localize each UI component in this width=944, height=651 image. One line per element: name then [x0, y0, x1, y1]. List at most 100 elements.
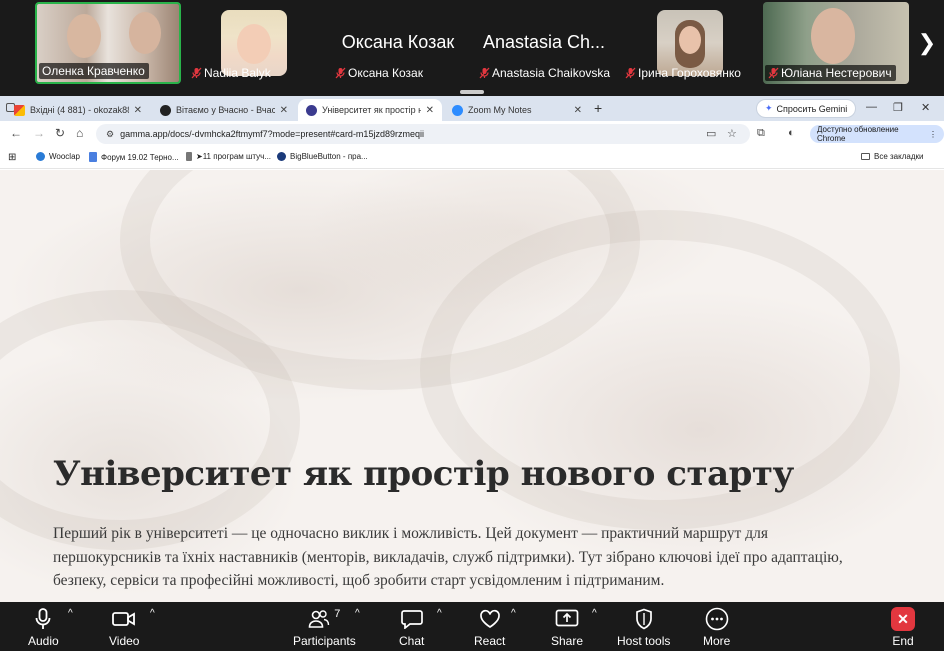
zoom-icon — [452, 104, 463, 116]
tab-title: Університет як простір нового — [322, 105, 421, 115]
participant-display-name: Anastasia Ch... — [482, 32, 606, 52]
maximize-icon[interactable]: ❐ — [893, 101, 903, 114]
tab-gamma[interactable]: Університет як простір нового ✕ — [298, 99, 442, 121]
chat-button[interactable]: Chat — [399, 604, 424, 648]
gamma-presentation-page: Університет як простір нового старту Пер… — [0, 170, 944, 602]
gmail-icon — [14, 104, 25, 116]
participant-name: Юліана Нестерович — [765, 65, 896, 81]
participant-face — [811, 8, 855, 64]
audio-button[interactable]: Audio — [28, 604, 59, 648]
participant-tile-nadiia[interactable]: Nadiia Balyk — [186, 2, 322, 84]
participants-button[interactable]: 7 Participants — [293, 604, 356, 648]
toolbar-row: ← → ↻ ⌂ ⚙ gamma.app/docs/-dvmhcka2ftmymf… — [0, 121, 944, 147]
apps-grid-icon[interactable]: ⊞ — [8, 152, 16, 163]
gemini-sparkle-icon: ✦ — [765, 103, 773, 113]
tab-close-icon[interactable]: ✕ — [134, 105, 142, 116]
shield-icon — [635, 608, 652, 630]
tab-close-icon[interactable]: ✕ — [574, 105, 582, 116]
doc-icon — [89, 152, 97, 162]
participant-tile-yuliana[interactable]: Юліана Нестерович — [763, 2, 909, 84]
host-tools-button[interactable]: Host tools — [617, 604, 670, 648]
react-options-chevron-icon[interactable]: ^ — [511, 608, 516, 619]
forward-arrow-icon[interactable]: → — [33, 126, 45, 140]
participant-tile-iryna[interactable]: Ірина Гороховянко — [620, 2, 758, 84]
vchasno-icon — [160, 104, 171, 116]
participant-face-1 — [67, 14, 101, 58]
browser-window: Вхідні (4 881) - okozak888@gm ✕ Вітаємо … — [0, 96, 944, 602]
bookmark-bigbluebutton[interactable]: BigBlueButton - пра... — [277, 152, 368, 161]
intro-paragraph: Перший рік в університеті — це одночасно… — [53, 525, 843, 589]
profile-avatar[interactable]: ◐ — [788, 127, 795, 139]
bookmark-forum[interactable]: Форум 19.02 Терно... — [89, 152, 179, 162]
end-close-icon: ✕ — [891, 607, 915, 631]
strip-resize-handle[interactable] — [460, 90, 484, 94]
update-label: Доступно обновление Chrome — [817, 125, 899, 143]
participant-tile-anastasia[interactable]: Anastasia Ch... Anastasia Chaikovska — [474, 2, 614, 84]
bookmark-ai-programs[interactable]: ➤11 програм штуч... — [186, 152, 271, 161]
participant-name: Оксана Козак — [332, 65, 427, 81]
menu-kebab-icon: ⋮ — [929, 129, 937, 139]
minimize-icon[interactable]: — — [866, 101, 877, 113]
participant-tile-oksana[interactable]: Оксана Козак Оксана Козак — [330, 2, 466, 84]
share-screen-icon — [555, 609, 579, 627]
share-options-chevron-icon[interactable]: ^ — [592, 608, 597, 619]
tab-close-icon[interactable]: ✕ — [280, 105, 288, 116]
avatar-face — [679, 26, 701, 54]
avatar-face — [237, 24, 271, 64]
close-window-icon[interactable]: ✕ — [921, 101, 930, 114]
bookmark-star-icon[interactable]: ☆ — [727, 127, 737, 140]
home-icon[interactable]: ⌂ — [76, 126, 83, 140]
microphone-icon — [35, 608, 51, 629]
tab-zoom-notes[interactable]: Zoom My Notes ✕ — [444, 99, 590, 121]
share-button[interactable]: Share — [551, 604, 583, 648]
mic-off-icon — [768, 67, 779, 79]
end-meeting-button[interactable]: ✕ End — [891, 604, 915, 648]
participants-options-chevron-icon[interactable]: ^ — [355, 608, 360, 619]
participant-tile-olenka[interactable]: Оленка Кравченко — [35, 2, 181, 84]
tab-vchasno[interactable]: Вітаємо у Вчасно - Вчасно | vc ✕ — [152, 99, 296, 121]
folder-icon — [861, 153, 870, 160]
mic-off-icon — [191, 67, 202, 79]
more-button[interactable]: More — [703, 604, 730, 648]
react-button[interactable]: React — [474, 604, 505, 648]
meeting-toolbar: Audio ^ Video ^ 7 Participants ^ Chat ^ … — [0, 602, 944, 651]
participant-name: Оленка Кравченко — [39, 63, 149, 79]
mic-off-icon — [479, 67, 490, 79]
video-options-chevron-icon[interactable]: ^ — [150, 608, 155, 619]
all-bookmarks[interactable]: Все закладки — [861, 152, 923, 161]
bbb-icon — [277, 152, 286, 161]
tab-gmail[interactable]: Вхідні (4 881) - okozak888@gm ✕ — [6, 99, 150, 121]
cast-icon[interactable]: ▭ — [706, 127, 716, 140]
participant-name: Nadiia Balyk — [188, 65, 275, 81]
reload-icon[interactable]: ↻ — [55, 126, 65, 140]
bookmark-icon — [186, 152, 192, 161]
chat-bubble-icon — [400, 610, 423, 629]
participants-icon — [308, 610, 330, 628]
gemini-label: Спросить Gemini — [776, 103, 848, 114]
page-title: Університет як простір нового старту — [53, 454, 794, 494]
chrome-update-button[interactable]: Доступно обновление Chrome ⋮ — [810, 125, 944, 143]
tab-strip: Вхідні (4 881) - okozak888@gm ✕ Вітаємо … — [0, 96, 944, 121]
chat-options-chevron-icon[interactable]: ^ — [437, 608, 442, 619]
next-page-chevron-icon[interactable]: ❯ — [912, 4, 942, 82]
more-dots-icon — [705, 607, 728, 631]
new-tab-plus-icon[interactable]: + — [594, 100, 602, 116]
extensions-icon[interactable]: ⧉ — [757, 127, 765, 140]
back-arrow-icon[interactable]: ← — [10, 126, 22, 140]
participant-display-name: Оксана Козак — [341, 32, 455, 52]
site-settings-icon[interactable]: ⚙ — [106, 129, 114, 140]
heart-icon — [479, 609, 500, 628]
tab-title: Zoom My Notes — [468, 105, 532, 115]
address-bar[interactable]: ⚙ gamma.app/docs/-dvmhcka2ftmymf7?mode=p… — [96, 124, 750, 144]
video-button[interactable]: Video — [109, 604, 139, 648]
tab-close-icon[interactable]: ✕ — [426, 105, 434, 116]
ask-gemini-button[interactable]: ✦ Спросить Gemini — [756, 99, 857, 118]
video-camera-icon — [112, 612, 136, 626]
bookmarks-bar: ⊞ Wooclap Форум 19.02 Терно... ➤11 прогр… — [0, 147, 944, 169]
participant-name: Anastasia Chaikovska — [476, 65, 614, 81]
participant-face-2 — [129, 12, 161, 54]
mic-off-icon — [335, 67, 346, 79]
audio-options-chevron-icon[interactable]: ^ — [68, 608, 73, 619]
bookmark-wooclap[interactable]: Wooclap — [36, 152, 80, 161]
participant-name: Ірина Гороховянко — [622, 65, 745, 81]
